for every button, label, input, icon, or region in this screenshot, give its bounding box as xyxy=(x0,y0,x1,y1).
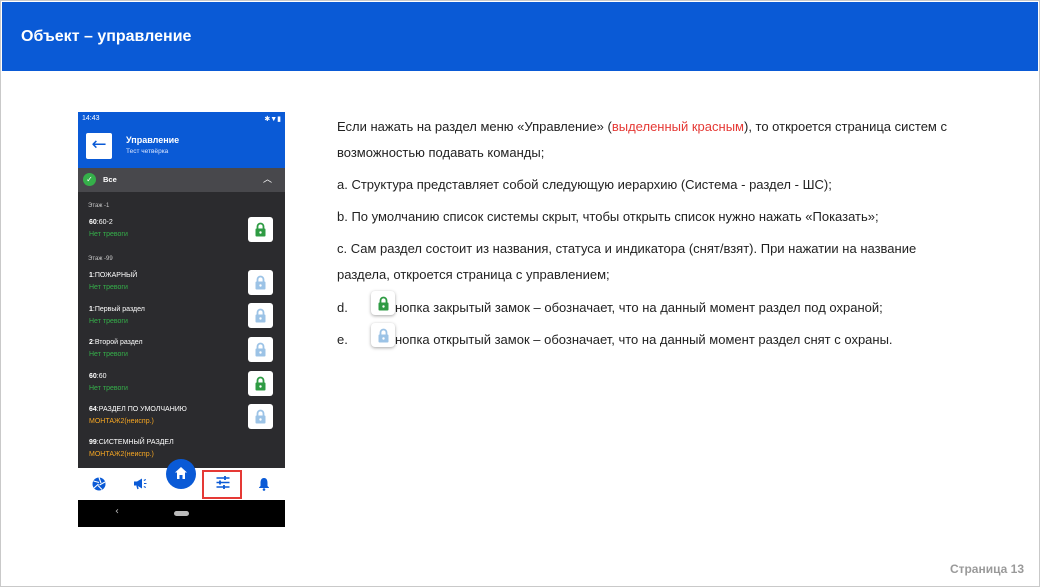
camera-aperture-icon[interactable] xyxy=(92,477,106,495)
arrow-left-icon: ← xyxy=(91,134,107,155)
section-name[interactable]: 60:60 xyxy=(89,373,107,380)
lock-closed-button[interactable] xyxy=(248,371,273,396)
lock-closed-icon xyxy=(255,222,266,237)
lock-closed-icon xyxy=(255,376,266,391)
chevron-up-icon[interactable]: ︿ xyxy=(263,172,272,185)
section-name[interactable]: 1:ПОЖАРНЫЙ xyxy=(89,272,137,279)
bell-icon[interactable] xyxy=(258,477,270,495)
section-status: Нет тревоги xyxy=(89,318,128,325)
system-filter-bar[interactable]: ✓ Все ︿ xyxy=(78,168,285,192)
lock-open-icon xyxy=(255,409,266,424)
section-name[interactable]: 1:Первый раздел xyxy=(89,306,145,313)
list-item-d-letter: d. xyxy=(337,300,348,315)
list-item-d: нопка закрытый замок – обозначает, что н… xyxy=(395,300,883,315)
section-name[interactable]: 99:СИСТЕМНЫЙ РАЗДЕЛ xyxy=(89,439,174,446)
system-filter-label: Все xyxy=(103,175,117,184)
megaphone-icon[interactable] xyxy=(133,477,147,494)
slide: Объект – управление 14:43 ✱▼▮ ← Управлен… xyxy=(0,0,1040,587)
lock-open-button[interactable] xyxy=(248,337,273,362)
status-icons: ✱▼▮ xyxy=(264,116,281,123)
status-time: 14:43 xyxy=(82,115,100,122)
back-button[interactable]: ← xyxy=(86,133,112,159)
list-item-b: b. По умолчанию список системы скрыт, чт… xyxy=(337,209,879,224)
lock-open-icon xyxy=(255,342,266,357)
section-name[interactable]: 2:Второй раздел xyxy=(89,339,143,346)
section-status: Нет тревоги xyxy=(89,284,128,291)
lock-open-button[interactable] xyxy=(248,404,273,429)
section-name[interactable]: 64:РАЗДЕЛ ПО УМОЛЧАНИЮ xyxy=(89,406,187,413)
check-circle-icon: ✓ xyxy=(83,173,96,186)
list-item-e: нопка открытый замок – обозначает, что н… xyxy=(395,332,893,347)
section-status: Нет тревоги xyxy=(89,385,128,392)
lock-open-icon xyxy=(255,275,266,290)
home-icon xyxy=(175,467,187,479)
slide-header: Объект – управление xyxy=(2,2,1038,71)
paragraph-intro: Если нажать на раздел меню «Управление» … xyxy=(337,119,947,134)
app-bar-subtitle: Тест четвёрка xyxy=(126,148,169,155)
lock-open-sample xyxy=(371,323,395,347)
section-name[interactable]: 60:60-2 xyxy=(89,219,113,226)
phone-screenshot: 14:43 ✱▼▮ ← Управление Тест четвёрка ✓ В… xyxy=(78,112,285,527)
section-status: МОНТАЖ2(неиспр.) xyxy=(89,418,154,425)
lock-open-button[interactable] xyxy=(248,270,273,295)
lock-closed-sample xyxy=(371,291,395,315)
section-status: МОНТАЖ2(неиспр.) xyxy=(89,451,154,458)
slide-title: Объект – управление xyxy=(21,28,192,45)
chevron-left-icon[interactable]: ‹ xyxy=(115,506,119,517)
highlight-red-text: выделенный красным xyxy=(611,119,744,134)
list-item-a: a. Структура представляет собой следующу… xyxy=(337,177,832,192)
floor-label: Этаж -1 xyxy=(88,203,110,209)
lock-closed-icon xyxy=(378,296,389,311)
floor-label: Этаж -99 xyxy=(88,256,113,262)
system-nav-bar: ‹ xyxy=(78,500,285,527)
list-item-c-cont: раздела, откроется страница с управление… xyxy=(337,267,610,282)
list-item-c: c. Сам раздел состоит из названия, стату… xyxy=(337,241,917,256)
system-home-pill[interactable] xyxy=(174,511,189,516)
bottom-nav xyxy=(78,459,285,500)
section-status: Нет тревоги xyxy=(89,351,128,358)
page-number: Страница 13 xyxy=(949,562,1024,576)
list-item-e-letter: e. xyxy=(337,332,348,347)
lock-open-icon xyxy=(255,308,266,323)
sliders-icon[interactable] xyxy=(216,476,230,493)
lock-closed-button[interactable] xyxy=(248,217,273,242)
paragraph-intro-cont: возможностью подавать команды; xyxy=(337,145,545,160)
app-bar-title: Управление xyxy=(126,135,180,145)
lock-open-icon xyxy=(378,328,389,343)
section-status: Нет тревоги xyxy=(89,231,128,238)
home-button[interactable] xyxy=(166,459,196,489)
lock-open-button[interactable] xyxy=(248,303,273,328)
status-bar: 14:43 ✱▼▮ xyxy=(78,112,285,126)
